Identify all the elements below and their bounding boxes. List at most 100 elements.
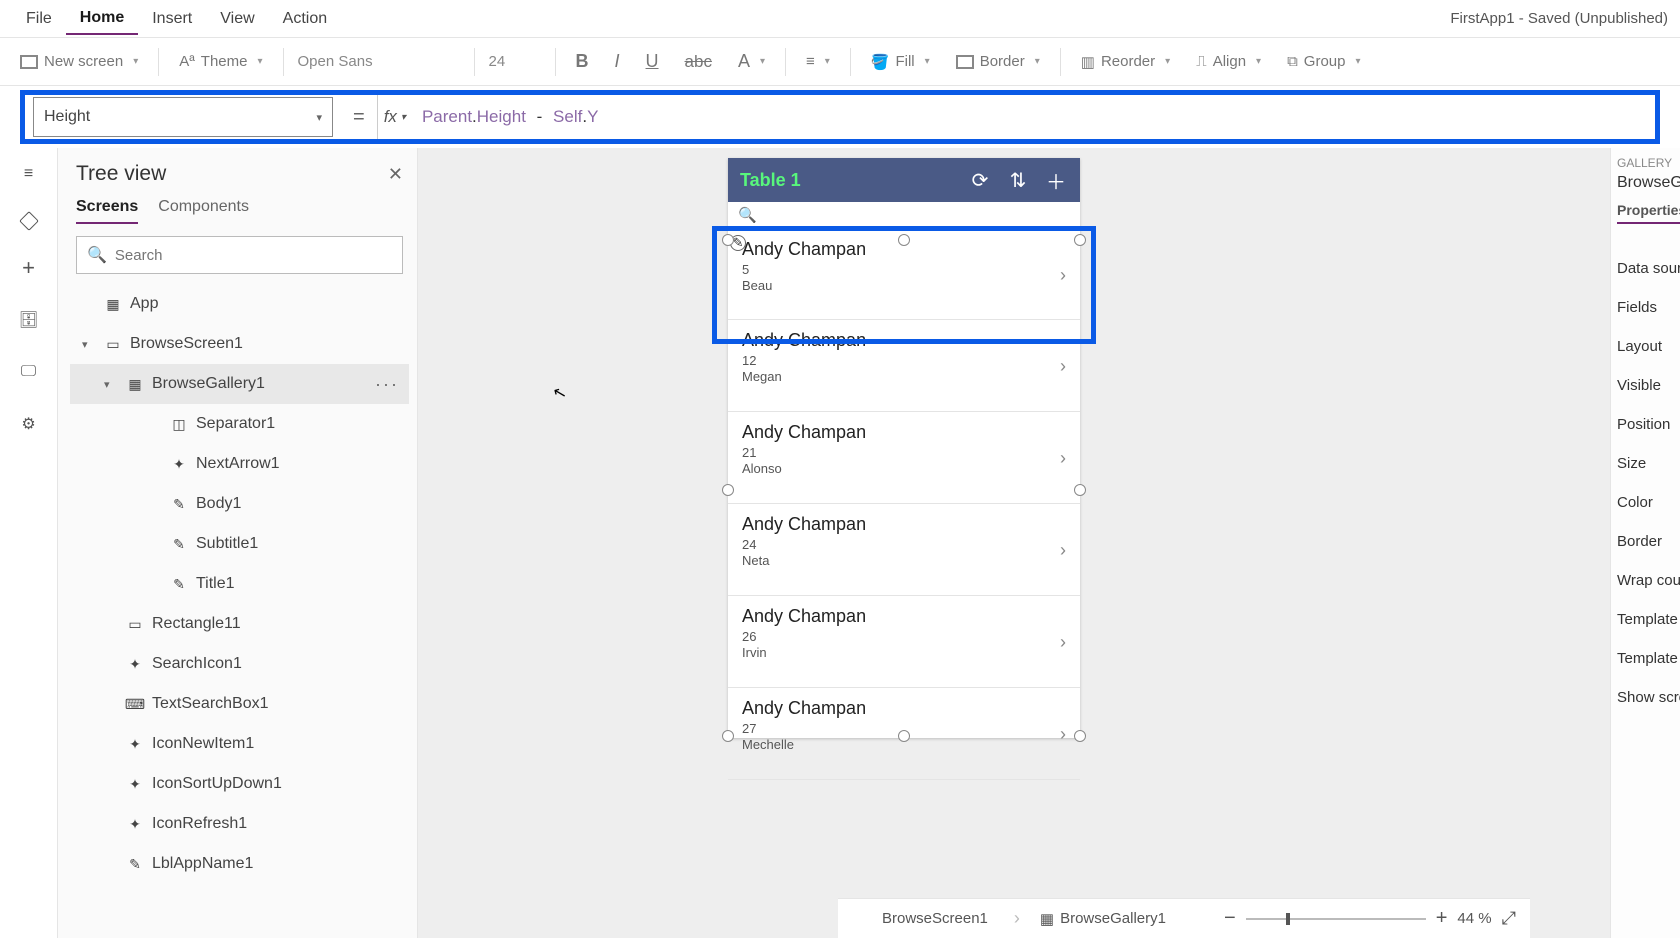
selection-handle[interactable]	[722, 234, 734, 246]
chevron-right-icon[interactable]: ›	[1060, 265, 1066, 286]
tree-node-textsearchbox1[interactable]: ⌨TextSearchBox1	[70, 684, 409, 724]
zoom-out-button[interactable]: −	[1224, 907, 1236, 930]
tree-search-box[interactable]: 🔍	[76, 236, 403, 274]
tab-screens[interactable]: Screens	[76, 198, 138, 224]
tree-node-browsescreen1[interactable]: ▾▭BrowseScreen1	[70, 324, 409, 364]
property-row[interactable]: Position	[1617, 416, 1674, 433]
hamburger-icon[interactable]: ≡	[17, 162, 41, 186]
gallery[interactable]: ✎Andy Champan5Beau›Andy Champan12Megan›A…	[728, 228, 1080, 780]
property-row[interactable]: Border	[1617, 533, 1674, 550]
selection-handle[interactable]	[722, 484, 734, 496]
chevron-right-icon[interactable]: ›	[1060, 632, 1066, 653]
property-row[interactable]: Visible	[1617, 377, 1674, 394]
menu-action[interactable]: Action	[269, 4, 341, 34]
property-row[interactable]: Template size	[1617, 611, 1674, 628]
canvas-area[interactable]: ↖ Table 1 ⟳ ⇅ ＋ 🔍 ✎Andy Champan5Beau›And…	[418, 148, 1610, 938]
tree-node-title1[interactable]: ✎Title1	[70, 564, 409, 604]
group-button[interactable]: ⧉Group	[1277, 49, 1370, 74]
underline-button[interactable]: U	[636, 47, 669, 76]
tree-node-lblappname1[interactable]: ✎LblAppName1	[70, 844, 409, 884]
properties-element-name: BrowseGallery1	[1617, 174, 1674, 192]
font-color-button[interactable]: A	[728, 47, 775, 76]
data-icon[interactable]: 🗄	[17, 308, 41, 332]
add-icon[interactable]: +	[17, 256, 41, 280]
tree-node-separator1[interactable]: ◫Separator1	[70, 404, 409, 444]
breadcrumb-screen[interactable]: BrowseScreen1	[852, 906, 1004, 931]
refresh-icon[interactable]: ⟳	[968, 168, 992, 193]
tree-node-iconnewitem1[interactable]: ✦IconNewItem1	[70, 724, 409, 764]
reorder-button[interactable]: ▥Reorder	[1071, 49, 1180, 75]
menu-file[interactable]: File	[12, 4, 66, 34]
tree-node-app[interactable]: ▦App	[70, 284, 409, 324]
fill-button[interactable]: 🪣Fill	[861, 49, 940, 75]
selection-handle[interactable]	[1074, 484, 1086, 496]
strike-button[interactable]: abc	[675, 48, 722, 76]
property-row[interactable]: Template padding	[1617, 650, 1674, 667]
properties-tab[interactable]: Properties	[1617, 202, 1680, 224]
property-row[interactable]: Size	[1617, 455, 1674, 472]
property-row[interactable]: Color	[1617, 494, 1674, 511]
add-item-icon[interactable]: ＋	[1044, 166, 1068, 195]
gallery-item[interactable]: Andy Champan24Neta›	[728, 504, 1080, 596]
document-title: FirstApp1 - Saved (Unpublished)	[1450, 10, 1668, 27]
property-row[interactable]: Fields	[1617, 299, 1674, 316]
tree-node-browsegallery1[interactable]: ▾▦BrowseGallery1···	[70, 364, 409, 404]
tree-search-input[interactable]	[115, 247, 392, 264]
property-dropdown-value: Height	[44, 108, 90, 126]
chevron-right-icon[interactable]: ›	[1060, 356, 1066, 377]
media-icon[interactable]: 🖵	[17, 360, 41, 384]
properties-panel: GALLERY BrowseGallery1 Properties Data s…	[1610, 148, 1680, 938]
theme-button[interactable]: AªTheme	[169, 49, 272, 74]
fx-button[interactable]: fx▾	[377, 95, 412, 139]
border-icon	[956, 55, 974, 69]
sort-icon[interactable]: ⇅	[1006, 168, 1030, 193]
selection-handle[interactable]	[722, 730, 734, 742]
chevron-right-icon[interactable]: ›	[1060, 540, 1066, 561]
selection-handle[interactable]	[898, 730, 910, 742]
gallery-item[interactable]: Andy Champan21Alonso›	[728, 412, 1080, 504]
border-button[interactable]: Border	[946, 49, 1050, 74]
more-icon[interactable]: ···	[375, 374, 399, 395]
preview-search-box[interactable]: 🔍	[728, 202, 1080, 228]
zoom-in-button[interactable]: +	[1436, 907, 1448, 930]
gallery-icon: ▦	[1040, 910, 1054, 928]
selection-handle[interactable]	[1074, 730, 1086, 742]
menu-insert[interactable]: Insert	[138, 4, 206, 34]
breadcrumb-gallery[interactable]: ▦BrowseGallery1	[1030, 906, 1182, 932]
gallery-item[interactable]: Andy Champan12Megan›	[728, 320, 1080, 412]
close-icon[interactable]: ✕	[388, 164, 403, 185]
formula-input[interactable]: Parent.Height - Self.Y	[412, 107, 608, 127]
selection-handle[interactable]	[1074, 234, 1086, 246]
tools-icon[interactable]: ⚙	[17, 412, 41, 436]
text-align-button[interactable]: ≡	[796, 49, 840, 74]
zoom-slider[interactable]	[1246, 918, 1426, 920]
selection-handle[interactable]	[898, 234, 910, 246]
chevron-right-icon[interactable]: ›	[1060, 724, 1066, 745]
tree-node-nextarrow1[interactable]: ✦NextArrow1	[70, 444, 409, 484]
font-size-input[interactable]	[485, 49, 545, 74]
menu-home[interactable]: Home	[66, 3, 138, 35]
property-row[interactable]: Layout	[1617, 338, 1674, 355]
bold-button[interactable]: B	[566, 47, 599, 76]
tree-node-iconrefresh1[interactable]: ✦IconRefresh1	[70, 804, 409, 844]
property-dropdown[interactable]: Height ▾	[33, 97, 333, 137]
tree-node-iconsortupdown1[interactable]: ✦IconSortUpDown1	[70, 764, 409, 804]
fit-screen-icon[interactable]: ⤢	[1502, 908, 1516, 929]
gallery-item-subtitle: 5	[742, 262, 1066, 277]
property-row[interactable]: Wrap count	[1617, 572, 1674, 589]
gallery-item[interactable]: Andy Champan26Irvin›	[728, 596, 1080, 688]
new-screen-button[interactable]: New screen	[10, 49, 148, 74]
tab-components[interactable]: Components	[158, 198, 249, 224]
menu-view[interactable]: View	[206, 4, 268, 34]
font-name-input[interactable]	[294, 49, 464, 74]
tree-node-rectangle11[interactable]: ▭Rectangle11	[70, 604, 409, 644]
property-row[interactable]: Data source	[1617, 260, 1674, 277]
property-row[interactable]: Show scrollbar	[1617, 689, 1674, 706]
align-button[interactable]: ⎍Align	[1186, 49, 1271, 74]
tree-node-body1[interactable]: ✎Body1	[70, 484, 409, 524]
tree-view-icon[interactable]	[19, 211, 39, 231]
italic-button[interactable]: I	[605, 47, 630, 76]
chevron-right-icon[interactable]: ›	[1060, 448, 1066, 469]
tree-node-subtitle1[interactable]: ✎Subtitle1	[70, 524, 409, 564]
tree-node-searchicon1[interactable]: ✦SearchIcon1	[70, 644, 409, 684]
